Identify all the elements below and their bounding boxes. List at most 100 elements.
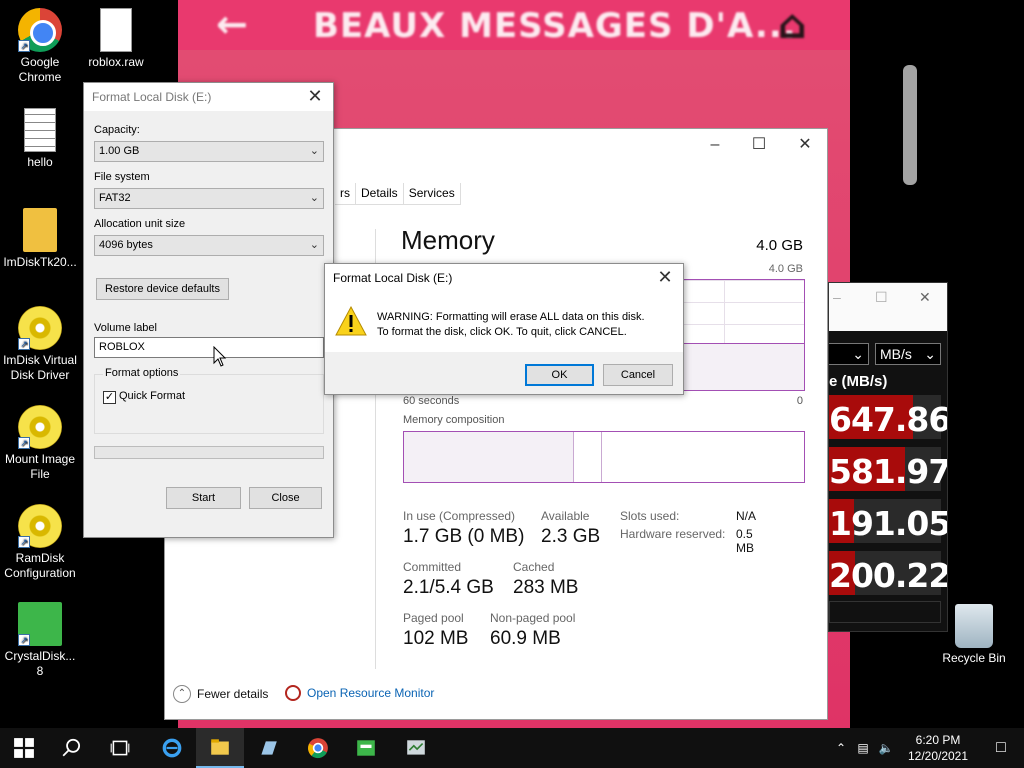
speed-value: 191.05 bbox=[829, 504, 948, 543]
stat-label: Cached bbox=[513, 560, 555, 574]
file-explorer-icon bbox=[211, 739, 229, 755]
system-tray: ⌃ ▤ 🔈 6:20 PM 12/20/2021 □ bbox=[830, 728, 1024, 768]
desktop-icon-mount-image[interactable]: ↗ Mount Image File bbox=[0, 405, 80, 482]
desktop-icon-google-chrome[interactable]: ↗ Google Chrome bbox=[0, 8, 80, 85]
taskbar-task-manager[interactable] bbox=[392, 728, 440, 768]
taskbar-chrome[interactable] bbox=[294, 728, 342, 768]
desktop-icon-crystaldisk[interactable]: ↗ CrystalDisk... 8 bbox=[0, 602, 80, 679]
kv-slots-used: Slots used: N/A bbox=[620, 509, 756, 523]
memory-modified-segment bbox=[574, 432, 602, 482]
search-button[interactable] bbox=[48, 728, 96, 768]
minimize-icon[interactable]: – bbox=[833, 289, 841, 305]
tab-details[interactable]: Details bbox=[356, 183, 404, 204]
stat-value: 60.9 MB bbox=[490, 628, 561, 649]
chrome-icon bbox=[308, 738, 328, 759]
desktop-icon-label: ImDisk Virtual Disk Driver bbox=[3, 353, 77, 382]
close-icon[interactable]: ✕ bbox=[919, 289, 931, 306]
chevron-down-icon: ⌄ bbox=[852, 346, 864, 362]
clock-time: 6:20 PM bbox=[915, 733, 961, 747]
start-button[interactable] bbox=[0, 728, 48, 768]
internet-explorer-icon bbox=[162, 738, 182, 758]
background-app-header: ← BEAUX MESSAGES D'A... ⌂ bbox=[178, 0, 850, 50]
close-button[interactable]: Close bbox=[249, 487, 322, 509]
shortcut-arrow-icon: ↗ bbox=[18, 437, 30, 449]
open-resource-monitor-link[interactable]: Open Resource Monitor bbox=[285, 685, 434, 701]
desktop-icon-label: CrystalDisk... 8 bbox=[4, 649, 76, 678]
task-view-icon bbox=[110, 740, 130, 756]
stat-label: Paged pool bbox=[403, 611, 464, 625]
warning-dialog-titlebar: Format Local Disk (E:) ✕ bbox=[325, 264, 683, 292]
stat-non-paged-pool: Non-paged pool 60.9 MB bbox=[490, 611, 575, 650]
task-manager-tabs: rs Details Services bbox=[335, 183, 461, 205]
allocation-select[interactable]: 4096 bytes ⌄ bbox=[94, 235, 324, 256]
quick-format-checkbox[interactable]: ✓ bbox=[103, 391, 116, 404]
left-arrow-icon: ← bbox=[216, 2, 248, 46]
capacity-label: Capacity: bbox=[94, 124, 140, 136]
cancel-button[interactable]: Cancel bbox=[603, 364, 673, 386]
home-icon: ⌂ bbox=[778, 2, 807, 48]
start-button[interactable]: Start bbox=[166, 487, 241, 509]
desktop-icon-label: Google Chrome bbox=[18, 55, 62, 84]
desktop-icon-imdisktk[interactable]: ImDiskTk20... bbox=[0, 208, 80, 270]
tab-services[interactable]: Services bbox=[404, 183, 461, 204]
kv-value: 0.5 MB bbox=[736, 527, 754, 555]
capacity-select[interactable]: 1.00 GB ⌄ bbox=[94, 141, 324, 162]
kv-label: Slots used: bbox=[620, 509, 680, 523]
maximize-icon[interactable]: ☐ bbox=[739, 133, 779, 157]
notifications-icon[interactable]: □ bbox=[978, 739, 1024, 757]
close-icon[interactable]: ✕ bbox=[303, 85, 327, 107]
speed-value: 647.86 bbox=[829, 400, 948, 439]
taskbar-notepad[interactable] bbox=[244, 728, 292, 768]
allocation-value: 4096 bytes bbox=[99, 239, 153, 251]
taskbar-file-explorer[interactable] bbox=[196, 728, 244, 768]
warning-text: WARNING: Formatting will erase ALL data … bbox=[377, 310, 645, 340]
speed-row: 191.05 bbox=[829, 499, 947, 543]
unit-select[interactable]: MB/s ⌄ bbox=[875, 343, 941, 365]
quick-format-label[interactable]: Quick Format bbox=[119, 390, 185, 402]
task-view-button[interactable] bbox=[96, 728, 144, 768]
taskbar-internet-explorer[interactable] bbox=[148, 728, 196, 768]
ok-button[interactable]: OK bbox=[525, 364, 594, 386]
taskbar-disk-tool[interactable] bbox=[342, 728, 390, 768]
file-system-select[interactable]: FAT32 ⌄ bbox=[94, 188, 324, 209]
search-icon bbox=[62, 738, 81, 757]
file-icon bbox=[100, 8, 132, 52]
desktop-icon-roblox-raw[interactable]: roblox.raw bbox=[76, 8, 156, 70]
stat-label: Committed bbox=[403, 560, 462, 574]
fewer-details-button[interactable]: ⌃ Fewer details bbox=[173, 685, 268, 703]
speed-row: 581.97 bbox=[829, 447, 947, 491]
resource-monitor-icon bbox=[285, 685, 301, 701]
shortcut-arrow-icon: ↗ bbox=[18, 40, 30, 52]
kv-hardware-reserved: Hardware reserved: 0.5 MB bbox=[620, 527, 754, 555]
volume-label-input[interactable]: ROBLOX bbox=[94, 337, 324, 358]
minimize-icon[interactable]: – bbox=[695, 133, 735, 157]
desktop-icon-hello[interactable]: hello bbox=[0, 108, 80, 170]
stat-available: Available 2.3 GB bbox=[541, 509, 600, 548]
disk-speed-footer bbox=[829, 601, 941, 623]
disc-icon: ↗ bbox=[18, 504, 62, 548]
task-manager-icon bbox=[407, 740, 425, 755]
stat-label: In use (Compressed) bbox=[403, 509, 516, 523]
close-icon[interactable]: ✕ bbox=[785, 133, 825, 157]
show-hidden-icons-icon[interactable]: ⌃ bbox=[830, 741, 852, 755]
open-resource-monitor-label: Open Resource Monitor bbox=[307, 686, 435, 700]
clock[interactable]: 6:20 PM 12/20/2021 bbox=[898, 732, 978, 764]
disk-speed-titlebar: – ☐ ✕ bbox=[829, 283, 947, 331]
format-options-label: Format options bbox=[103, 367, 181, 379]
close-icon[interactable]: ✕ bbox=[653, 266, 677, 288]
speed-row: 647.86 bbox=[829, 395, 947, 439]
background-scrollbar bbox=[903, 65, 917, 185]
drive-select[interactable]: ⌄ bbox=[829, 343, 869, 365]
desktop-icon-imdisk-driver[interactable]: ↗ ImDisk Virtual Disk Driver bbox=[0, 306, 80, 383]
stat-value: 102 MB bbox=[403, 628, 469, 649]
memory-graph-max: 4.0 GB bbox=[768, 263, 803, 275]
shortcut-arrow-icon: ↗ bbox=[18, 634, 30, 646]
desktop-icon-ramdisk-config[interactable]: ↗ RamDisk Configuration bbox=[0, 504, 80, 581]
stat-cached: Cached 283 MB bbox=[513, 560, 578, 599]
tab-users[interactable]: rs bbox=[335, 183, 356, 204]
restore-defaults-button[interactable]: Restore device defaults bbox=[96, 278, 229, 300]
shortcut-arrow-icon: ↗ bbox=[18, 536, 30, 548]
network-icon[interactable]: ▤ bbox=[852, 741, 874, 755]
maximize-icon[interactable]: ☐ bbox=[875, 289, 888, 306]
volume-muted-icon[interactable]: 🔈 bbox=[874, 741, 898, 755]
